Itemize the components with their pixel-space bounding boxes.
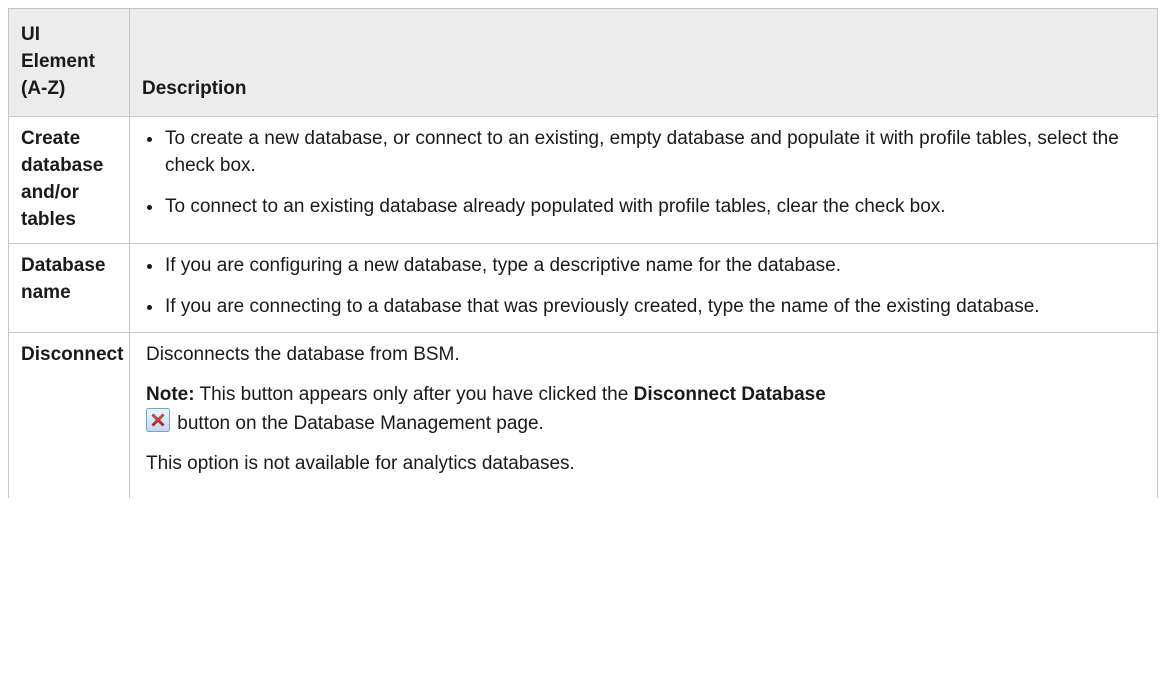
bullet-icon (147, 205, 152, 210)
description-cell: To create a new database, or connect to … (129, 116, 1158, 244)
extra-text: This option is not available for analyti… (146, 453, 575, 474)
table-row: Database name If you are configuring a n… (8, 243, 1158, 333)
bullet-text: If you are connecting to a database that… (165, 296, 1040, 317)
bullet-text: To create a new database, or connect to … (165, 128, 1119, 176)
table-header-row: UI Element (A-Z) Description (8, 8, 1158, 117)
table-row: Disconnect Disconnects the database from… (8, 332, 1158, 498)
bullet-list: To create a new database, or connect to … (146, 125, 1143, 220)
note-paragraph: Note: This button appears only after you… (146, 381, 1143, 437)
note-label: Note: (146, 384, 195, 405)
description-cell: If you are configuring a new database, t… (129, 243, 1158, 333)
header-description: Description (129, 8, 1158, 117)
bullet-icon (147, 137, 152, 142)
bullet-item: To create a new database, or connect to … (146, 125, 1143, 179)
note-text: This button appears only after you have … (194, 384, 634, 405)
bullet-icon (147, 264, 152, 269)
description-text: Disconnects the database from BSM. (146, 344, 460, 365)
bullet-text: To connect to an existing database alrea… (165, 196, 946, 217)
bullet-item: If you are connecting to a database that… (146, 293, 1143, 320)
element-name-cell: Database name (8, 243, 130, 333)
bullet-text: If you are configuring a new database, t… (165, 255, 841, 276)
bullet-item: If you are configuring a new database, t… (146, 252, 1143, 279)
bullet-item: To connect to an existing database alrea… (146, 193, 1143, 220)
table-row: Create database and/or tables To create … (8, 116, 1158, 244)
description-cell: Disconnects the database from BSM. Note:… (129, 332, 1158, 498)
header-ui-element: UI Element (A-Z) (8, 8, 130, 117)
element-name-cell: Create database and/or tables (8, 116, 130, 244)
ui-elements-table: UI Element (A-Z) Description Create data… (8, 8, 1158, 498)
bullet-list: If you are configuring a new database, t… (146, 252, 1143, 320)
element-name-cell: Disconnect (8, 332, 130, 498)
disconnect-x-icon (146, 408, 170, 432)
bullet-icon (147, 305, 152, 310)
note-button-name: Disconnect Database (633, 384, 826, 405)
note-text-end: button on the Database Management page. (172, 413, 544, 434)
